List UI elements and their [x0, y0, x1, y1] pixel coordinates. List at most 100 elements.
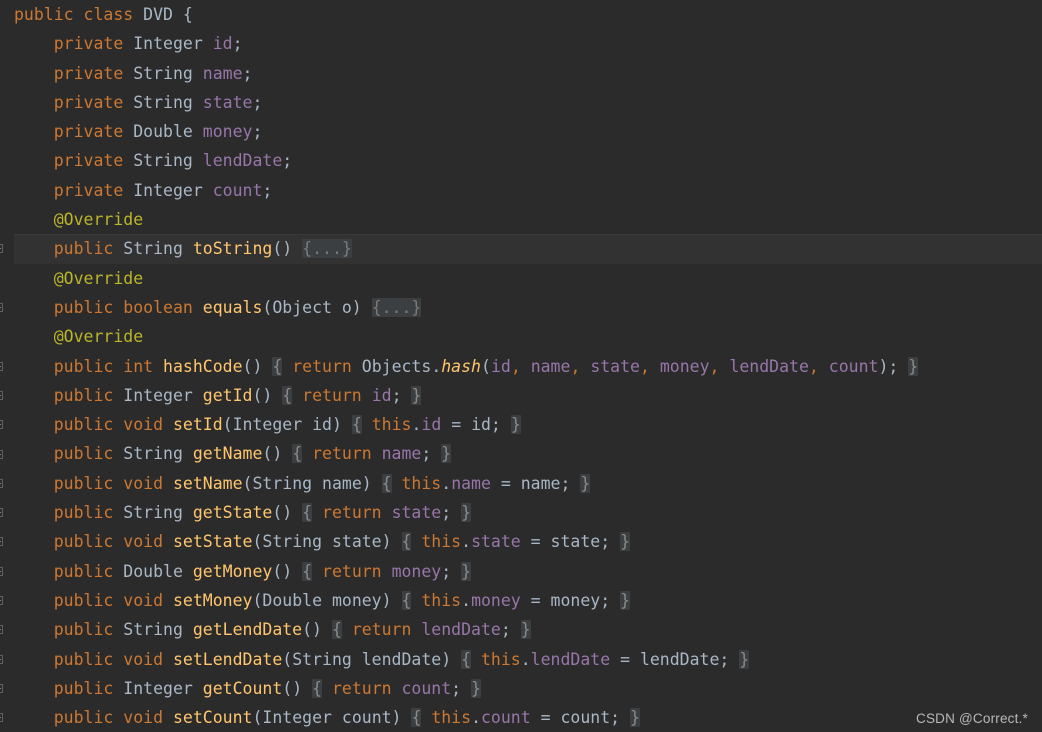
code-line[interactable]: public Integer getId() { return id; } — [0, 381, 1042, 410]
code-token-fld: id — [212, 34, 233, 54]
code-token-mth: hashCode — [163, 356, 243, 376]
code-line[interactable]: public boolean equals(Object o) {...} — [0, 293, 1042, 322]
code-line[interactable]: public String getState() { return state;… — [0, 498, 1042, 527]
collapse-fold-icon[interactable] — [0, 303, 3, 312]
code-line[interactable]: public Double getMoney() { return money;… — [0, 557, 1042, 586]
code-line[interactable]: private Double money; — [0, 117, 1042, 146]
code-token-plain: ( — [481, 356, 491, 376]
code-token-kw: this — [421, 532, 462, 552]
code-token-plain: ; — [252, 92, 263, 112]
code-token-brace: } — [471, 678, 481, 698]
collapse-fold-icon[interactable] — [0, 537, 3, 547]
code-token-plain: . — [441, 473, 452, 493]
code-line[interactable]: private String state; — [0, 88, 1042, 117]
code-line[interactable]: @Override — [0, 322, 1042, 351]
code-token-brace: } — [908, 356, 919, 376]
code-line[interactable]: public void setId(Integer id) { this.id … — [0, 410, 1042, 439]
code-line[interactable]: private Integer id; — [0, 29, 1042, 58]
code-token-fld: count — [828, 356, 879, 376]
code-token-plain: ( — [222, 415, 233, 435]
code-editor[interactable]: public class DVD { private Integer id; p… — [0, 0, 1042, 732]
code-line[interactable]: public int hashCode() { return Objects.h… — [0, 352, 1042, 381]
code-line[interactable]: public Integer getCount() { return count… — [0, 674, 1042, 703]
code-token-mth: setState — [172, 532, 253, 552]
code-line[interactable]: public String getName() { return name; } — [0, 439, 1042, 468]
code-line[interactable]: public void setState(String state) { thi… — [0, 527, 1042, 556]
code-token-kw: this — [401, 473, 442, 493]
editor-gutter[interactable] — [0, 0, 14, 732]
code-token-type: Integer — [123, 678, 193, 698]
code-token-plain: ; — [441, 503, 452, 523]
code-token-mth: getLendDate — [192, 620, 303, 640]
code-line[interactable]: public void setName(String name) { this.… — [0, 469, 1042, 498]
code-token-kw: this — [371, 415, 412, 435]
code-line[interactable]: private String lendDate; — [0, 146, 1042, 175]
code-line[interactable]: public void setMoney(Double money) { thi… — [0, 586, 1042, 615]
code-line[interactable]: private String name; — [0, 59, 1042, 88]
code-token-brace: } — [620, 590, 631, 610]
collapse-fold-icon[interactable] — [0, 654, 3, 664]
code-token-plain: ; — [282, 151, 293, 171]
code-line[interactable]: @Override — [0, 264, 1042, 293]
collapse-fold-icon[interactable] — [0, 508, 3, 518]
code-token-plain: money) — [322, 590, 392, 610]
collapse-fold-icon[interactable] — [0, 713, 3, 723]
code-line[interactable]: public String toString() {...} — [0, 234, 1042, 264]
collapse-fold-icon[interactable] — [0, 390, 3, 400]
code-token-brace: } — [461, 503, 472, 523]
code-line[interactable]: public class DVD { — [0, 0, 1042, 29]
collapse-fold-icon[interactable] — [0, 566, 3, 576]
code-line[interactable]: public void setCount(Integer count) { th… — [0, 703, 1042, 732]
code-token-plain: count) — [331, 708, 402, 728]
code-token-kw: private — [53, 92, 124, 112]
code-token-kw: void — [123, 590, 164, 610]
code-line[interactable]: public String getLendDate() { return len… — [0, 615, 1042, 644]
code-content[interactable]: public class DVD { private Integer id; p… — [0, 0, 1042, 732]
code-token-brace: { — [272, 356, 283, 376]
collapse-fold-icon[interactable] — [0, 244, 3, 254]
code-token-kw: private — [53, 151, 124, 171]
collapse-fold-icon[interactable] — [0, 420, 3, 430]
code-token-kw: void — [123, 473, 164, 493]
code-token-plain: () — [282, 678, 303, 698]
code-token-kw: public — [53, 503, 114, 523]
code-token-kw: void — [123, 708, 164, 728]
code-token-plain: = money; — [520, 590, 611, 610]
code-token-mth: getMoney — [192, 561, 273, 581]
collapse-fold-icon[interactable] — [0, 478, 3, 488]
collapse-fold-icon[interactable] — [0, 361, 3, 371]
code-token-plain: . — [461, 532, 472, 552]
code-line[interactable]: @Override — [0, 205, 1042, 234]
code-token-plain: () — [262, 444, 283, 464]
code-token-fld: count — [212, 180, 263, 200]
code-token-kw: public — [53, 620, 114, 640]
collapse-fold-icon[interactable] — [0, 449, 3, 459]
code-token-plain: () — [242, 356, 263, 376]
code-token-brace: } — [510, 415, 521, 435]
code-line[interactable]: public void setLendDate(String lendDate)… — [0, 645, 1042, 674]
code-token-type: Object — [272, 297, 332, 317]
collapse-fold-icon[interactable] — [0, 683, 3, 693]
csdn-watermark: CSDN @Correct.* — [916, 711, 1028, 726]
collapse-fold-icon[interactable] — [0, 596, 3, 605]
code-line[interactable]: private Integer count; — [0, 176, 1042, 205]
code-token-brace: { — [302, 503, 313, 523]
collapse-fold-icon[interactable] — [0, 625, 3, 635]
code-token-kw: public — [53, 590, 114, 610]
